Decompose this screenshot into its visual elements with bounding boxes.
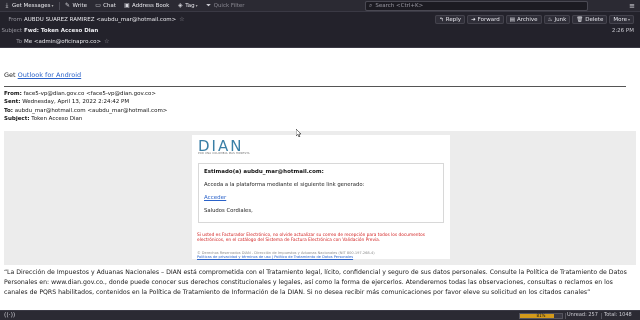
quick-filter-label: Quick Filter <box>213 2 245 9</box>
junk-label: Junk <box>554 16 567 23</box>
search-icon: ⌕ <box>369 2 373 9</box>
star-icon[interactable]: ☆ <box>104 38 109 45</box>
address-book-button[interactable]: ▣ Address Book <box>120 0 173 12</box>
email-card: DIAN POR UNA COLOMBIA MÁS HONESTA Estima… <box>192 135 450 259</box>
toolbar-separator <box>58 1 60 10</box>
trash-icon: 🗑 <box>576 16 584 23</box>
flame-icon: ♨ <box>547 16 553 23</box>
address-book-icon: ▣ <box>124 1 130 9</box>
progress-label: 81% <box>536 313 546 318</box>
fwd-to-value: aubdu_mar@hotmail.com <aubdu_mar@hotmail… <box>14 107 168 114</box>
subject-value: Fwd: Token Acceso Dian <box>24 27 99 34</box>
closing-text: Saludos Cordiales, <box>204 208 253 214</box>
delete-button[interactable]: 🗑 Delete <box>572 15 608 24</box>
divider <box>4 86 626 87</box>
fwd-from-label: From: <box>4 91 22 97</box>
header-from-row: From AUBDU SUAREZ RAMIREZ <aubdu_mar@hot… <box>0 15 184 24</box>
forwarded-headers: From: face5-vp@dian.gov.co <face5-vp@dia… <box>4 90 167 124</box>
email-template-background: DIAN POR UNA COLOMBIA MÁS HONESTA Estima… <box>4 131 636 265</box>
write-label: Write <box>72 2 88 9</box>
total-count: Total: 1048 <box>604 312 632 318</box>
dian-logo-tagline: POR UNA COLOMBIA MÁS HONESTA <box>198 152 250 155</box>
fwd-from-row: From: face5-vp@dian.gov.co <face5-vp@dia… <box>4 90 167 98</box>
forward-button[interactable]: ➜ Forward <box>467 15 504 24</box>
chevron-down-icon[interactable]: ▾ <box>52 3 54 8</box>
quick-filter-button[interactable]: ⏷ Quick Filter <box>202 0 249 12</box>
greeting: Estimado(a) aubdu_mar@hotmail.com: <box>204 169 324 175</box>
chat-bubble-icon: ▭ <box>95 1 101 9</box>
archive-button[interactable]: ▤ Archive <box>505 15 542 24</box>
chat-label: Chat <box>103 2 116 9</box>
fwd-to-label: To: <box>4 107 13 114</box>
fwd-from-value: face5-vp@dian.gov.co <face5-vp@dian.gov.… <box>23 91 157 97</box>
reply-button[interactable]: ↰ Reply <box>435 15 466 24</box>
fwd-subject-label: Subject: <box>4 116 30 123</box>
forward-label: Forward <box>477 16 500 23</box>
archive-label: Archive <box>516 16 538 23</box>
tag-icon: ◈ <box>177 1 183 9</box>
chevron-down-icon: ▾ <box>195 3 198 8</box>
from-label: From <box>8 16 22 23</box>
header-subject-row: Subject Fwd: Token Acceso Dian <box>0 26 98 35</box>
status-separator <box>565 313 566 319</box>
to-value[interactable]: Me <admin@oficinapro.co> <box>24 39 101 45</box>
get-outlook-line: Get Outlook for Android <box>4 71 81 79</box>
app-menu-button[interactable]: ≡ <box>626 1 638 11</box>
policy-links[interactable]: Políticas de privacidad y términos de us… <box>197 255 447 259</box>
forward-icon: ➜ <box>471 16 476 23</box>
fwd-sent-label: Sent: <box>4 99 21 106</box>
to-label: To <box>16 38 22 45</box>
progress-bar: 81% <box>519 313 563 319</box>
fwd-sent-row: Sent: Wednesday, April 13, 2022 2:24:42 … <box>4 98 167 106</box>
footer-copyright: © Derechos Reservados DIAN - Dirección d… <box>197 251 447 260</box>
message-time: 2:26 PM <box>611 28 634 34</box>
get-prefix: Get <box>4 71 16 79</box>
write-button[interactable]: ✎ Write <box>61 0 92 12</box>
facturador-notice: Si usted es Facturador Electrónico, no o… <box>197 233 426 244</box>
message-header: From AUBDU SUAREZ RAMIREZ <aubdu_mar@hot… <box>0 12 640 48</box>
reply-icon: ↰ <box>439 16 444 23</box>
chat-button[interactable]: ▭ Chat <box>91 0 120 12</box>
hamburger-icon: ≡ <box>629 2 635 10</box>
instruction-text: Acceda a la plataforma mediante el sigui… <box>204 182 365 188</box>
download-icon: ⤓ <box>5 1 9 9</box>
reply-label: Reply <box>445 16 462 23</box>
get-messages-button[interactable]: ⤓ Get Messages ▾ <box>0 0 58 12</box>
message-panel: Estimado(a) aubdu_mar@hotmail.com: Acced… <box>198 163 444 223</box>
tag-button[interactable]: ◈ Tag ▾ <box>173 0 201 12</box>
more-button[interactable]: More ▾ <box>609 15 634 24</box>
unread-count: Unread: 257 <box>567 312 598 318</box>
junk-button[interactable]: ♨ Junk <box>543 15 571 24</box>
from-value[interactable]: AUBDU SUAREZ RAMIREZ <aubdu_mar@hotmail.… <box>24 17 176 23</box>
legal-disclaimer: “La Dirección de Impuestos y Aduanas Nac… <box>4 269 627 296</box>
subject-label: Subject <box>1 27 22 34</box>
status-separator <box>601 313 602 319</box>
search-placeholder: Search <Ctrl+K> <box>375 3 424 9</box>
star-icon[interactable]: ☆ <box>179 16 184 23</box>
acceder-link[interactable]: Acceder <box>204 195 226 201</box>
message-body: Get Outlook for Android From: face5-vp@d… <box>0 48 640 310</box>
dian-logo: DIAN POR UNA COLOMBIA MÁS HONESTA <box>198 137 266 155</box>
tag-label: Tag <box>185 2 195 9</box>
fwd-sent-value: Wednesday, April 13, 2022 2:24:42 PM <box>22 99 130 106</box>
more-label: More <box>613 16 627 23</box>
header-to-row: To Me <admin@oficinapro.co> ☆ <box>0 37 109 46</box>
fwd-subject-value: Token Acceso Dian <box>31 116 83 123</box>
outlook-android-link[interactable]: Outlook for Android <box>18 71 82 79</box>
chevron-down-icon: ▾ <box>627 17 630 22</box>
status-bar: ((·)) 81% Unread: 257 Total: 1048 <box>0 310 640 320</box>
fwd-subject-row: Subject: Token Acceso Dian <box>4 115 167 123</box>
pencil-icon: ✎ <box>65 1 71 9</box>
main-toolbar: ⤓ Get Messages ▾ ✎ Write ▭ Chat ▣ Addres… <box>0 0 640 12</box>
archive-icon: ▤ <box>509 16 515 23</box>
message-actions: ↰ Reply ➜ Forward ▤ Archive ♨ Junk 🗑 Del… <box>435 15 634 24</box>
wifi-icon[interactable]: ((·)) <box>4 312 15 319</box>
get-messages-label: Get Messages <box>12 2 51 9</box>
filter-icon: ⏷ <box>206 1 212 9</box>
mouse-cursor-icon <box>296 129 302 137</box>
delete-label: Delete <box>585 16 604 23</box>
fwd-to-row: To: aubdu_mar@hotmail.com <aubdu_mar@hot… <box>4 107 167 115</box>
search-input[interactable]: ⌕ Search <Ctrl+K> <box>365 1 588 11</box>
address-book-label: Address Book <box>131 2 170 9</box>
